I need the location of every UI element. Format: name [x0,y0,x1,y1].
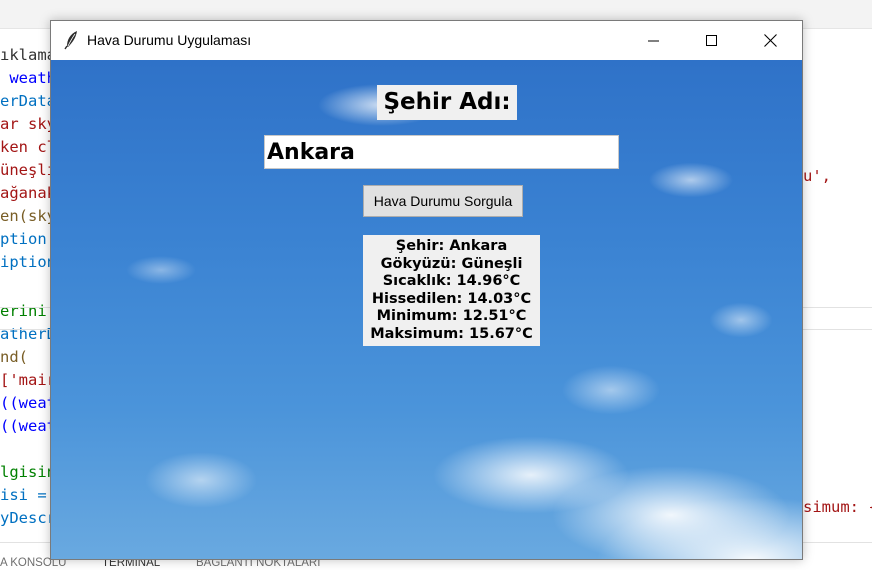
code-line: ıklama [0,46,56,64]
code-line: nd( [0,348,28,366]
window-titlebar[interactable]: Hava Durumu Uygulaması [51,21,802,60]
code-line: ((weat [0,417,56,435]
code-snippet-comma: u', [803,167,831,185]
code-line: atherD [0,325,56,343]
code-line: ar sky [0,115,56,133]
result-minimum: Minimum: 12.51°C [376,308,527,324]
code-line: ağanak [0,184,56,202]
result-feels-like: Hissedilen: 14.03°C [371,290,532,307]
result-maximum: Maksimum: 15.67°C [370,325,533,342]
window-title: Hava Durumu Uygulaması [87,32,252,48]
code-line: en(sky [0,207,56,225]
code-line: ['mair [0,371,56,389]
city-label: Şehir Adı: [377,85,517,120]
maximize-icon [706,34,717,46]
minimize-button[interactable] [625,21,683,60]
result-sky: Gökyüzü: Güneşli [380,255,523,272]
code-line: yDescr [0,509,56,527]
city-input[interactable] [264,135,619,169]
minimize-icon [648,40,659,41]
code-line: lgisin [0,463,56,481]
code-line: weath [0,69,56,87]
maximize-button[interactable] [683,21,741,60]
weather-result-panel: Şehir: Ankara Gökyüzü: Güneşli Sıcaklık:… [363,235,540,346]
close-button[interactable] [741,21,799,60]
sky-background: Şehir Adı: Hava Durumu Sorgula Şehir: An… [51,60,802,559]
code-line: ption [0,230,47,248]
code-line: erData [0,92,56,110]
feather-icon [63,30,81,50]
code-snippet-maksimum: simum: { [803,498,872,516]
code-line: ken cl [0,138,56,156]
code-line: isi = [0,486,47,504]
query-weather-button[interactable]: Hava Durumu Sorgula [363,185,523,217]
result-temperature: Sıcaklık: 14.96°C [382,273,521,289]
code-line: erini [0,302,47,320]
weather-app-window: Hava Durumu Uygulaması Şehir Adı: Hava D… [50,20,803,560]
close-icon [763,34,777,47]
code-line: iption [0,253,56,271]
result-city: Şehir: Ankara [395,238,508,254]
code-line: üneşli [0,161,56,179]
code-line: ((weat [0,394,56,412]
